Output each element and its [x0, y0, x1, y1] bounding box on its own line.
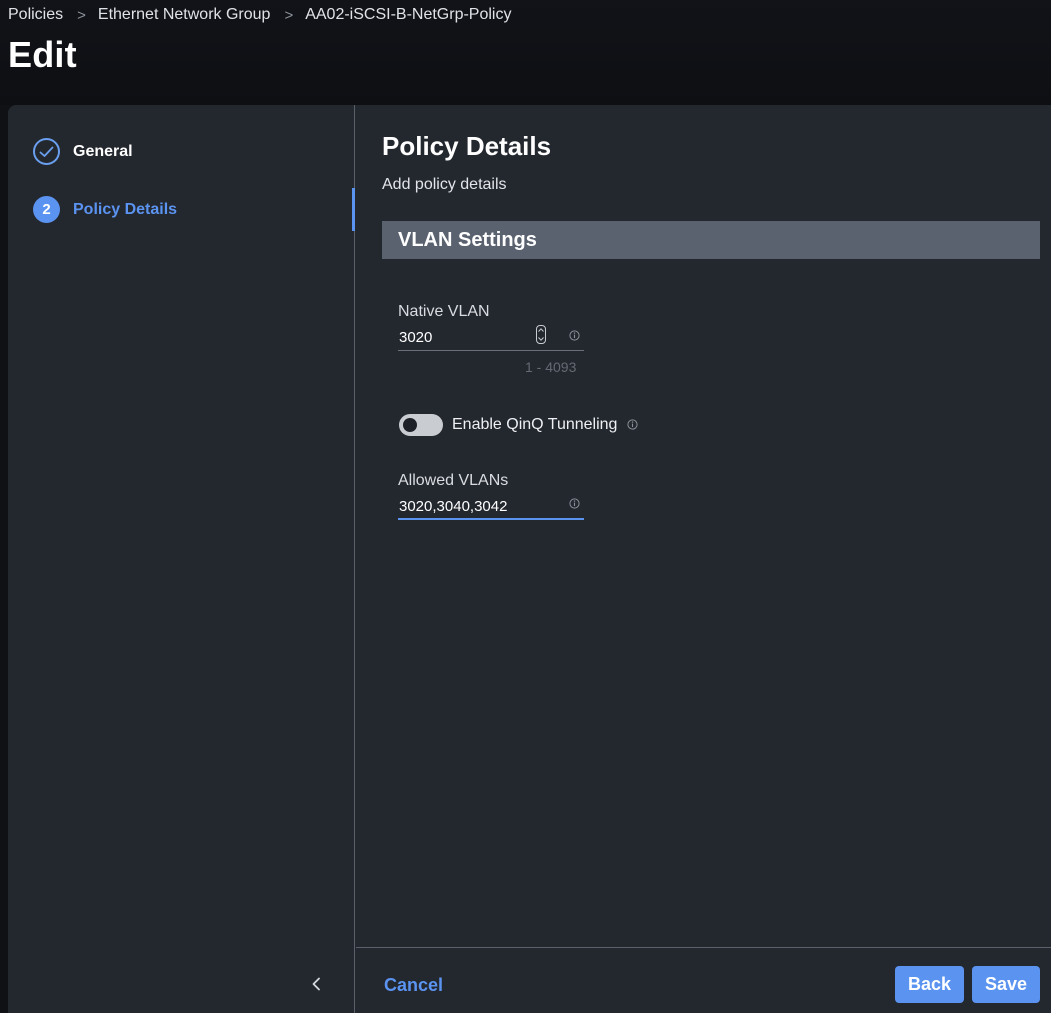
back-button[interactable]: Back: [895, 966, 964, 1003]
breadcrumb-ethernet-network-group[interactable]: Ethernet Network Group: [98, 6, 271, 24]
cancel-button[interactable]: Cancel: [384, 975, 443, 996]
wizard-steps-sidebar: General 2 Policy Details: [8, 105, 355, 1013]
allowed-vlans-label: Allowed VLANs: [398, 472, 509, 489]
step-policy-details-label: Policy Details: [73, 200, 178, 218]
toggle-knob: [403, 418, 417, 432]
breadcrumb-separator-icon: >: [77, 6, 86, 24]
section-subtitle: Add policy details: [382, 176, 507, 193]
step-general-label: General: [73, 142, 133, 160]
vlan-settings-header: VLAN Settings: [382, 221, 1040, 259]
step-policy-details[interactable]: 2 Policy Details: [33, 196, 177, 223]
chevron-left-icon[interactable]: [305, 973, 327, 995]
policy-details-content: Policy Details Add policy details VLAN S…: [356, 105, 1051, 1013]
section-title: Policy Details: [382, 131, 552, 161]
check-icon: [33, 138, 60, 165]
stepper-arrows-icon[interactable]: [536, 325, 546, 344]
breadcrumb-current-policy: AA02-iSCSI-B-NetGrp-Policy: [305, 6, 512, 23]
native-vlan-input[interactable]: [398, 325, 584, 351]
step-general[interactable]: General: [33, 138, 133, 165]
native-vlan-range-hint: 1 - 4093: [525, 359, 577, 375]
save-button[interactable]: Save: [972, 966, 1040, 1003]
native-vlan-label: Native VLAN: [398, 303, 490, 320]
info-icon[interactable]: [569, 330, 580, 341]
info-icon[interactable]: [627, 419, 638, 430]
step-number-badge: 2: [33, 196, 60, 223]
breadcrumb-separator-icon: >: [284, 6, 294, 24]
qinq-toggle[interactable]: [399, 414, 443, 436]
info-icon[interactable]: [569, 498, 580, 509]
footer-divider: [356, 947, 1051, 948]
active-step-indicator: [352, 188, 355, 231]
top-header: Policies > Ethernet Network Group > AA02…: [0, 0, 1051, 105]
breadcrumb-policies[interactable]: Policies: [8, 6, 63, 24]
page-title: Edit: [8, 34, 77, 75]
qinq-toggle-label: Enable QinQ Tunneling: [452, 416, 618, 433]
wizard-panel: General 2 Policy Details Policy Details …: [8, 105, 1051, 1013]
allowed-vlans-input[interactable]: [398, 494, 584, 520]
breadcrumb: Policies > Ethernet Network Group > AA02…: [8, 5, 511, 25]
